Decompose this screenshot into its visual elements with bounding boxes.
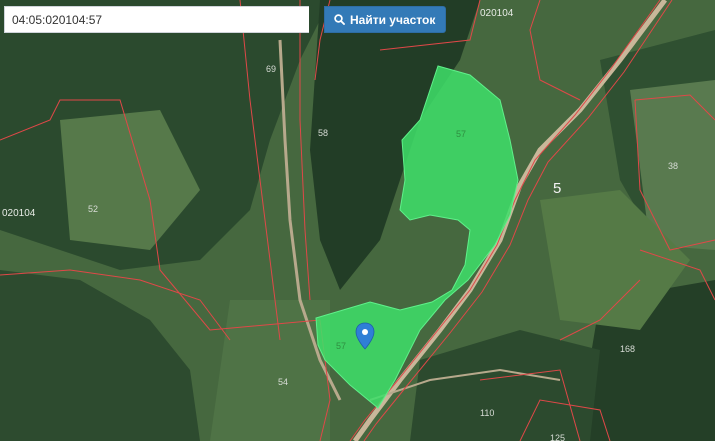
- parcel-label: 38: [668, 161, 678, 171]
- parcel-label: 54: [278, 377, 288, 387]
- parcel-label: 125: [550, 433, 565, 441]
- parcel-label-selected: 57: [456, 129, 466, 139]
- parcel-label-selected: 57: [336, 341, 346, 351]
- parcel-label: 168: [620, 344, 635, 354]
- parcel-label: 110: [480, 408, 494, 418]
- parcel-search-bar: Найти участок: [4, 6, 447, 33]
- find-parcel-button-label: Найти участок: [350, 12, 436, 27]
- quarter-label: 020104: [480, 8, 514, 19]
- parcel-label: 52: [88, 204, 98, 214]
- quarter-label: 020104: [2, 208, 36, 219]
- road-number-label: 5: [553, 180, 561, 197]
- parcel-label: 69: [266, 64, 276, 74]
- find-parcel-button[interactable]: Найти участок: [324, 6, 447, 33]
- parcel-label: 58: [318, 128, 328, 138]
- search-icon: [334, 14, 345, 25]
- cadastral-number-input[interactable]: [4, 6, 309, 33]
- satellite-map[interactable]: 020104 020104 69 58 57 52 38 5 57 54 168…: [0, 0, 715, 441]
